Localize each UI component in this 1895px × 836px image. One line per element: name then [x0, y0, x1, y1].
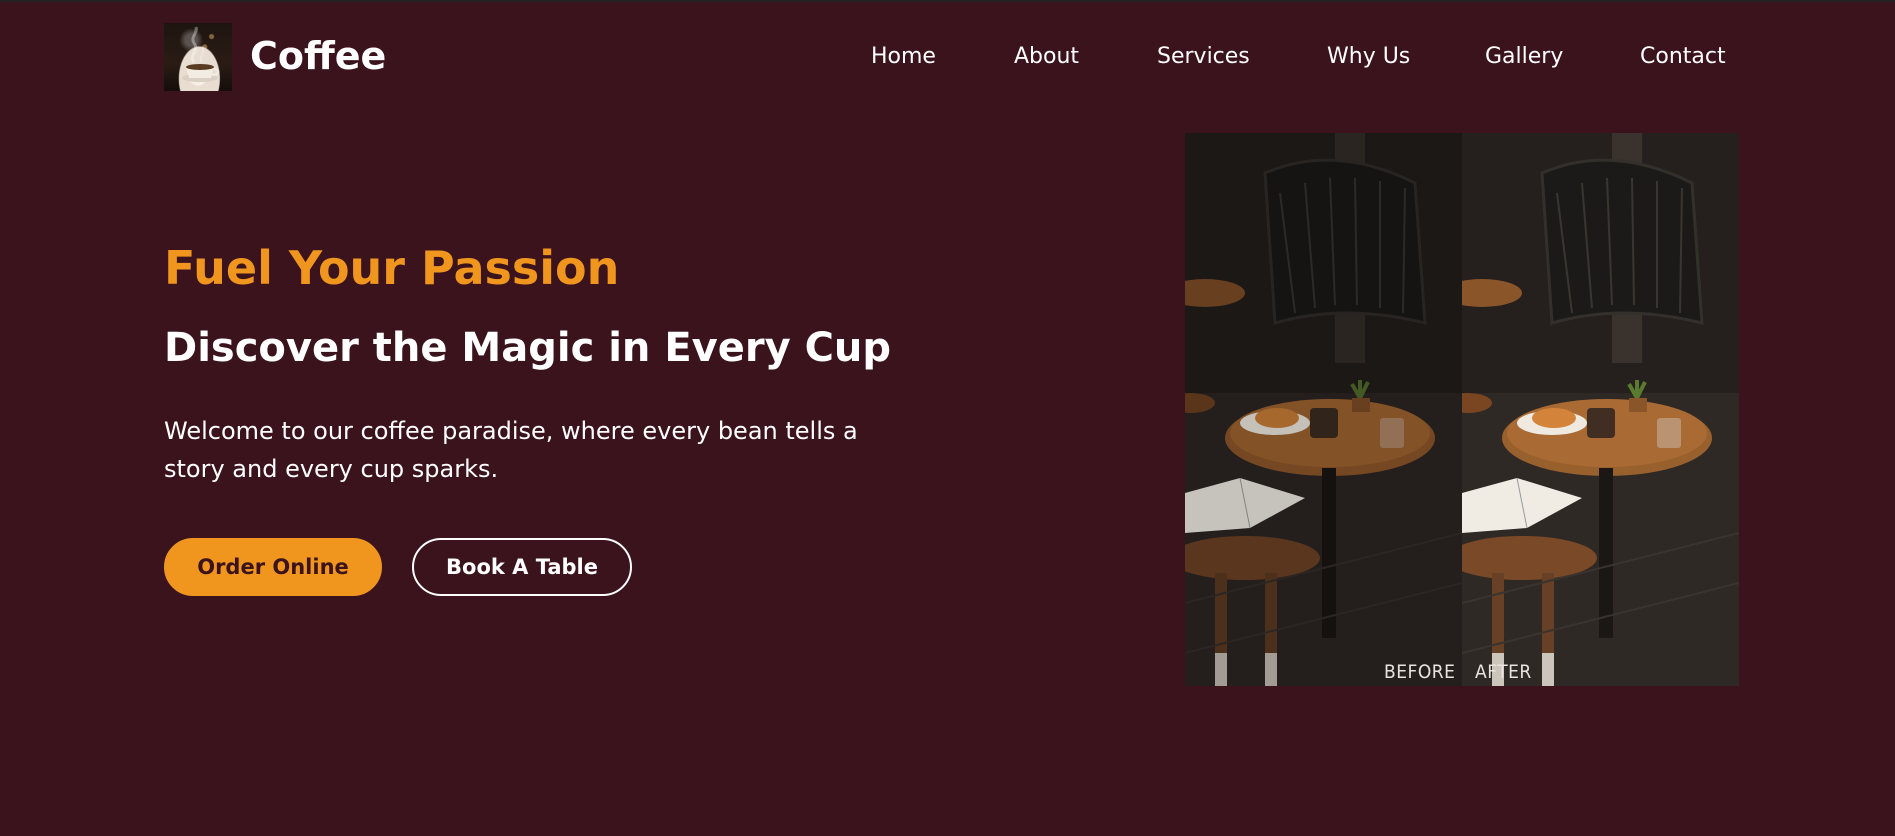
nav-contact[interactable]: Contact	[1640, 42, 1726, 72]
after-image	[1462, 133, 1739, 686]
book-table-button[interactable]: Book A Table	[412, 538, 632, 596]
nav-home[interactable]: Home	[871, 42, 936, 72]
hero-tagline: Fuel Your Passion	[164, 241, 620, 295]
nav-gallery[interactable]: Gallery	[1485, 42, 1563, 72]
nav-why-us[interactable]: Why Us	[1327, 42, 1410, 72]
hero-description: Welcome to our coffee paradise, where ev…	[164, 417, 858, 483]
after-label: AFTER	[1475, 661, 1532, 683]
hero-title: Discover the Magic in Every Cup	[164, 325, 892, 371]
before-label: BEFORE	[1384, 661, 1456, 683]
before-after-image[interactable]: BEFORE AFTER	[1185, 133, 1739, 686]
main-nav: Home About Services Why Us Gallery Conta…	[0, 42, 1895, 72]
before-image	[1185, 133, 1462, 686]
order-online-button[interactable]: Order Online	[164, 538, 382, 596]
nav-about[interactable]: About	[1014, 42, 1079, 72]
nav-services[interactable]: Services	[1157, 42, 1250, 72]
